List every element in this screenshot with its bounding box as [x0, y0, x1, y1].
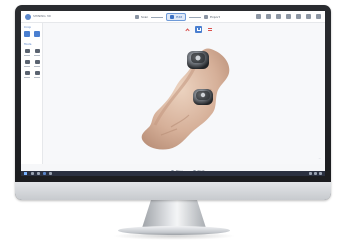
- fill-icon: [34, 49, 40, 53]
- clock-icon[interactable]: [319, 172, 322, 175]
- layers-icon: [34, 71, 40, 75]
- step-scan-label: Scan: [141, 15, 149, 19]
- brush-icon: [24, 49, 30, 53]
- step-export-label: Export: [210, 15, 220, 19]
- person-icon: [24, 71, 30, 75]
- taskbar-app-icon[interactable]: [31, 172, 34, 175]
- tool-sidebar: Crop Tools: [21, 23, 43, 164]
- zoom-tool[interactable]: [23, 60, 31, 68]
- start-icon[interactable]: [24, 172, 27, 175]
- app-screen: SHINING 3D Scan Edit Export Crop Tools .…: [21, 11, 325, 176]
- step-connector: [151, 16, 164, 18]
- jaw-view-button[interactable]: [184, 26, 191, 33]
- crop-lower-button[interactable]: [34, 31, 40, 37]
- edit-step-icon: [170, 15, 175, 19]
- jaw-view-icon: [185, 28, 190, 33]
- export-step-icon: [204, 15, 209, 19]
- monitor-stand-base: [118, 226, 230, 235]
- logo-text: SHINING 3D: [33, 14, 51, 18]
- step-connector: [189, 16, 202, 18]
- section-view-icon: [207, 28, 212, 31]
- step-edit-label: Edit: [176, 15, 183, 19]
- network-icon[interactable]: [309, 172, 312, 175]
- brush-tool[interactable]: [23, 49, 31, 57]
- scan-body-lower-hole: [200, 92, 206, 98]
- folder-icon[interactable]: [266, 14, 271, 19]
- taskbar-app-icon[interactable]: [43, 172, 46, 175]
- 3d-viewport[interactable]: Prev Next: [43, 23, 325, 173]
- step-edit[interactable]: Edit: [166, 13, 187, 21]
- help-icon[interactable]: [286, 14, 291, 19]
- home-icon[interactable]: [256, 14, 261, 19]
- section-view-button[interactable]: [206, 26, 213, 33]
- window-controls: [251, 14, 321, 19]
- monitor-chin: [15, 182, 331, 200]
- layers-tool[interactable]: [33, 71, 41, 79]
- workflow-steps: Scan Edit Export: [135, 13, 220, 21]
- gingiva-surface: [141, 48, 230, 150]
- monitor-stand-neck: [142, 200, 206, 228]
- select-view-icon: [196, 28, 201, 31]
- view-toolbar: [182, 26, 215, 33]
- person-tool[interactable]: [23, 71, 31, 79]
- dental-scan-model[interactable]: [131, 43, 241, 155]
- frame-icon: [34, 60, 40, 64]
- minimize-icon[interactable]: [296, 14, 301, 19]
- sidebar-section-crop: Crop: [24, 25, 32, 29]
- crop-upper-button[interactable]: [24, 31, 30, 37]
- taskbar-app-icon[interactable]: [49, 172, 52, 175]
- taskbar-app-icon[interactable]: [37, 172, 40, 175]
- volume-icon[interactable]: [314, 172, 317, 175]
- sidebar-section-tools: Tools: [24, 42, 32, 46]
- frame-tool[interactable]: [33, 60, 41, 68]
- fill-tool[interactable]: [33, 49, 41, 57]
- system-tray: [307, 172, 322, 175]
- settings-icon[interactable]: [276, 14, 281, 19]
- step-export[interactable]: Export: [204, 15, 220, 19]
- close-icon[interactable]: [316, 14, 321, 19]
- zoom-icon: [24, 60, 30, 64]
- select-view-button[interactable]: [195, 26, 202, 33]
- scan-step-icon: [135, 15, 139, 19]
- status-text: ...: [318, 157, 321, 160]
- app-logo: SHINING 3D: [25, 13, 69, 20]
- scan-body-upper-hole: [195, 55, 201, 61]
- desktop-monitor-scene: SHINING 3D Scan Edit Export Crop Tools .…: [0, 0, 348, 245]
- logo-icon: [25, 13, 31, 20]
- app-topbar: SHINING 3D Scan Edit Export: [21, 11, 325, 23]
- maximize-icon[interactable]: [306, 14, 311, 19]
- os-taskbar: [21, 171, 325, 176]
- step-scan[interactable]: Scan: [135, 15, 148, 19]
